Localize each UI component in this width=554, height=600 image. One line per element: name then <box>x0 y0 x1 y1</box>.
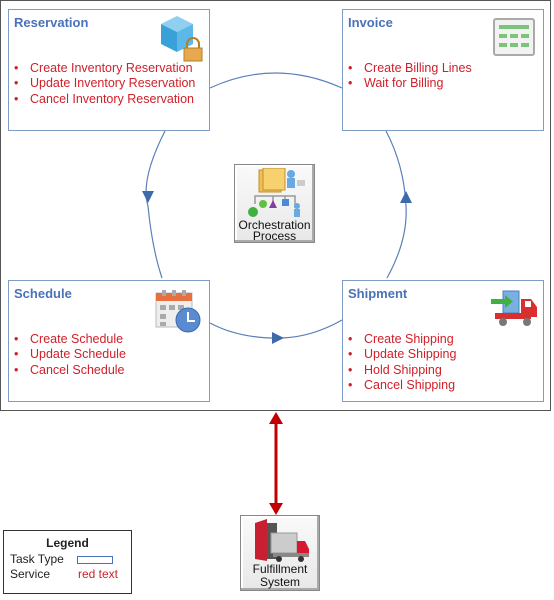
legend-service-label: Service <box>10 567 51 581</box>
service-list: Create Inventory Reservation Update Inve… <box>14 61 195 107</box>
task-schedule: Schedule Create Schedule Update Schedule… <box>8 280 210 402</box>
task-title: Shipment <box>348 286 408 301</box>
service-list: Create Shipping Update Shipping Hold Shi… <box>348 332 456 393</box>
integration-arrow-down <box>269 503 283 515</box>
shipping-truck-icon <box>491 290 537 326</box>
billing-table-icon <box>493 18 535 56</box>
fulfillment-label-line1: Fulfillment <box>252 562 308 576</box>
orchestration-label-line2: Process <box>252 229 297 243</box>
fulfillment-system-node[interactable]: Fulfillment System <box>240 515 320 591</box>
inventory-lock-icon <box>161 16 203 62</box>
service-item: Cancel Inventory Reservation <box>14 92 195 108</box>
fulfillment-label-line2: System <box>259 575 300 589</box>
service-item: Hold Shipping <box>348 363 456 379</box>
service-item: Create Billing Lines <box>348 61 472 77</box>
task-title: Invoice <box>348 15 393 30</box>
service-item: Cancel Schedule <box>14 363 126 379</box>
connector-reservation-invoice <box>209 72 343 89</box>
fulfillment-truck-icon <box>255 519 309 562</box>
orchestration-process-icon <box>248 168 305 217</box>
task-title: Reservation <box>14 15 89 30</box>
service-list: Create Schedule Update Schedule Cancel S… <box>14 332 126 378</box>
orchestration-process-node[interactable]: Orchestration Process <box>234 164 315 243</box>
connector-reservation-schedule <box>145 130 166 279</box>
service-item: Create Shipping <box>348 332 456 348</box>
task-reservation: Reservation Create Inventory Reservation… <box>8 9 210 131</box>
legend-task-type-swatch <box>77 556 113 564</box>
service-item: Update Shipping <box>348 347 456 363</box>
task-invoice: Invoice Create Billing Lines Wait for Bi… <box>342 9 544 131</box>
integration-arrow-up <box>269 412 283 424</box>
service-item: Create Schedule <box>14 332 126 348</box>
service-item: Wait for Billing <box>348 76 472 92</box>
service-item: Update Inventory Reservation <box>14 76 195 92</box>
service-list: Create Billing Lines Wait for Billing <box>348 61 472 92</box>
connector-shipment-invoice <box>385 130 407 279</box>
service-item: Create Inventory Reservation <box>14 61 195 77</box>
task-shipment: Shipment Create Shipping Update Shipping… <box>342 280 544 402</box>
legend-title: Legend <box>46 536 89 550</box>
legend-task-type-label: Task Type <box>10 552 64 566</box>
arrow-to-schedule <box>142 191 154 203</box>
legend-service-sample: red text <box>78 567 119 581</box>
task-title: Schedule <box>14 286 72 301</box>
arrow-to-invoice <box>400 191 412 203</box>
calendar-clock-icon <box>155 290 201 333</box>
service-item: Cancel Shipping <box>348 378 456 394</box>
arrow-to-shipment <box>272 332 284 344</box>
service-item: Update Schedule <box>14 347 126 363</box>
